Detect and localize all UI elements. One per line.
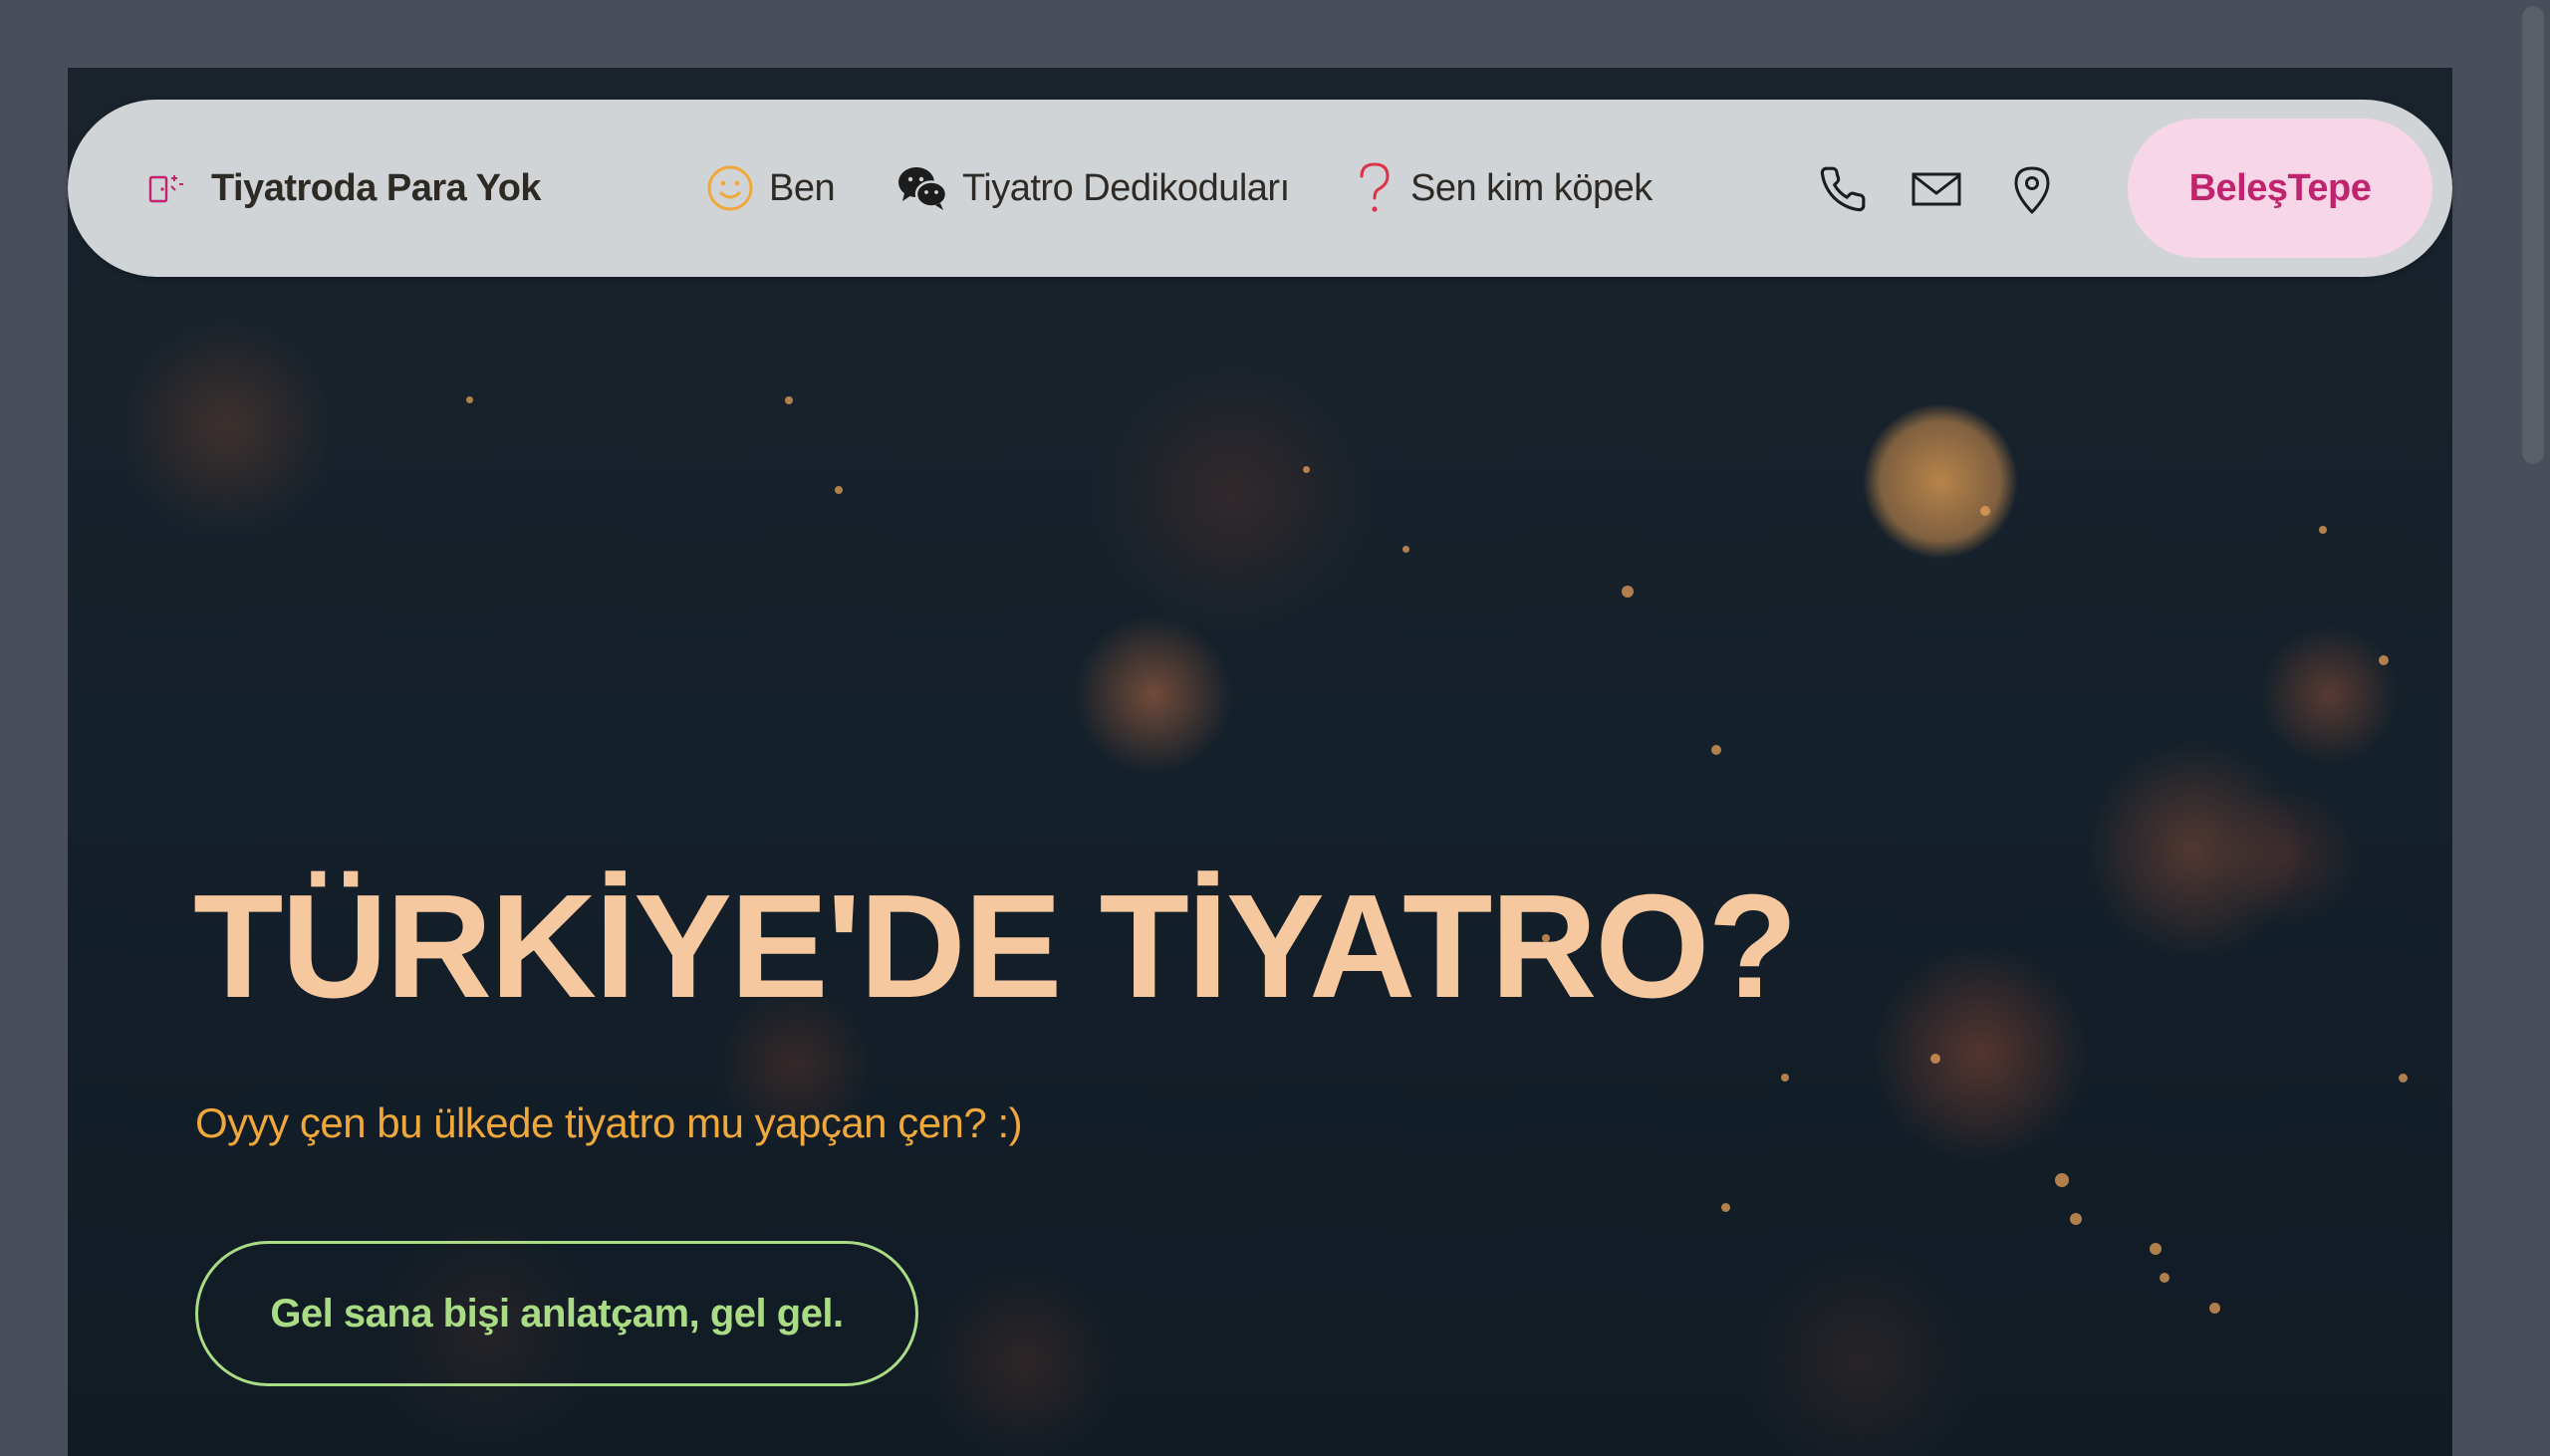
bokeh-particle xyxy=(1980,506,1990,516)
bokeh-particle xyxy=(2070,1213,2082,1225)
smiley-icon xyxy=(705,163,755,213)
bokeh-particle xyxy=(2399,1074,2408,1083)
nav-item-label: Sen kim köpek xyxy=(1410,166,1653,209)
hero-title: TÜRKİYE'DE TİYATRO? xyxy=(193,864,1798,1029)
bokeh-particle xyxy=(1622,586,1634,598)
hero-cta-button[interactable]: Gel sana bişi anlatçam, gel gel. xyxy=(195,1241,918,1386)
nav-item-label: Ben xyxy=(769,166,836,209)
bokeh-particle xyxy=(1721,1203,1730,1212)
bokeh-particle xyxy=(2055,1173,2069,1187)
wechat-icon xyxy=(896,165,948,211)
bokeh-particle xyxy=(1781,1074,1789,1082)
mail-icon[interactable] xyxy=(1911,163,1962,215)
bokeh-particle xyxy=(1303,466,1310,473)
bokeh-particle xyxy=(2379,655,2389,665)
nav-item-sen-kim-kopek[interactable]: Sen kim köpek xyxy=(1353,100,1653,277)
question-icon xyxy=(1353,160,1397,216)
bokeh-particle xyxy=(1711,745,1721,755)
scrollbar-thumb[interactable] xyxy=(2522,6,2544,464)
brand-link[interactable]: Tiyatroda Para Yok xyxy=(147,100,542,277)
door-sparkle-icon xyxy=(147,171,185,205)
bokeh-particle xyxy=(2160,1273,2169,1283)
brand-label: Tiyatroda Para Yok xyxy=(211,166,542,209)
beles-tepe-button[interactable]: BeleşTepe xyxy=(2128,119,2432,258)
nav-item-ben[interactable]: Ben xyxy=(705,100,836,277)
location-pin-icon[interactable] xyxy=(2006,163,2058,215)
nav-item-label: Tiyatro Dedikoduları xyxy=(962,166,1290,209)
bokeh-particle xyxy=(2209,1303,2220,1314)
nav-item-dedikodular[interactable]: Tiyatro Dedikoduları xyxy=(896,100,1290,277)
bokeh-particle xyxy=(835,486,843,494)
bokeh-particle xyxy=(1930,1054,1940,1064)
bokeh-particle xyxy=(2150,1243,2162,1255)
bokeh-particle xyxy=(2319,526,2327,534)
bokeh-particle xyxy=(1402,546,1409,553)
hero-subtitle: Oyyy çen bu ülkede tiyatro mu yapçan çen… xyxy=(195,1099,1023,1146)
phone-icon[interactable] xyxy=(1817,163,1869,215)
bokeh-particle xyxy=(466,396,473,403)
bokeh-particle xyxy=(785,396,793,404)
scrollbar[interactable] xyxy=(2510,0,2550,1456)
navbar: Tiyatroda Para Yok Ben Tiyatro Dedikodul… xyxy=(68,100,2452,277)
